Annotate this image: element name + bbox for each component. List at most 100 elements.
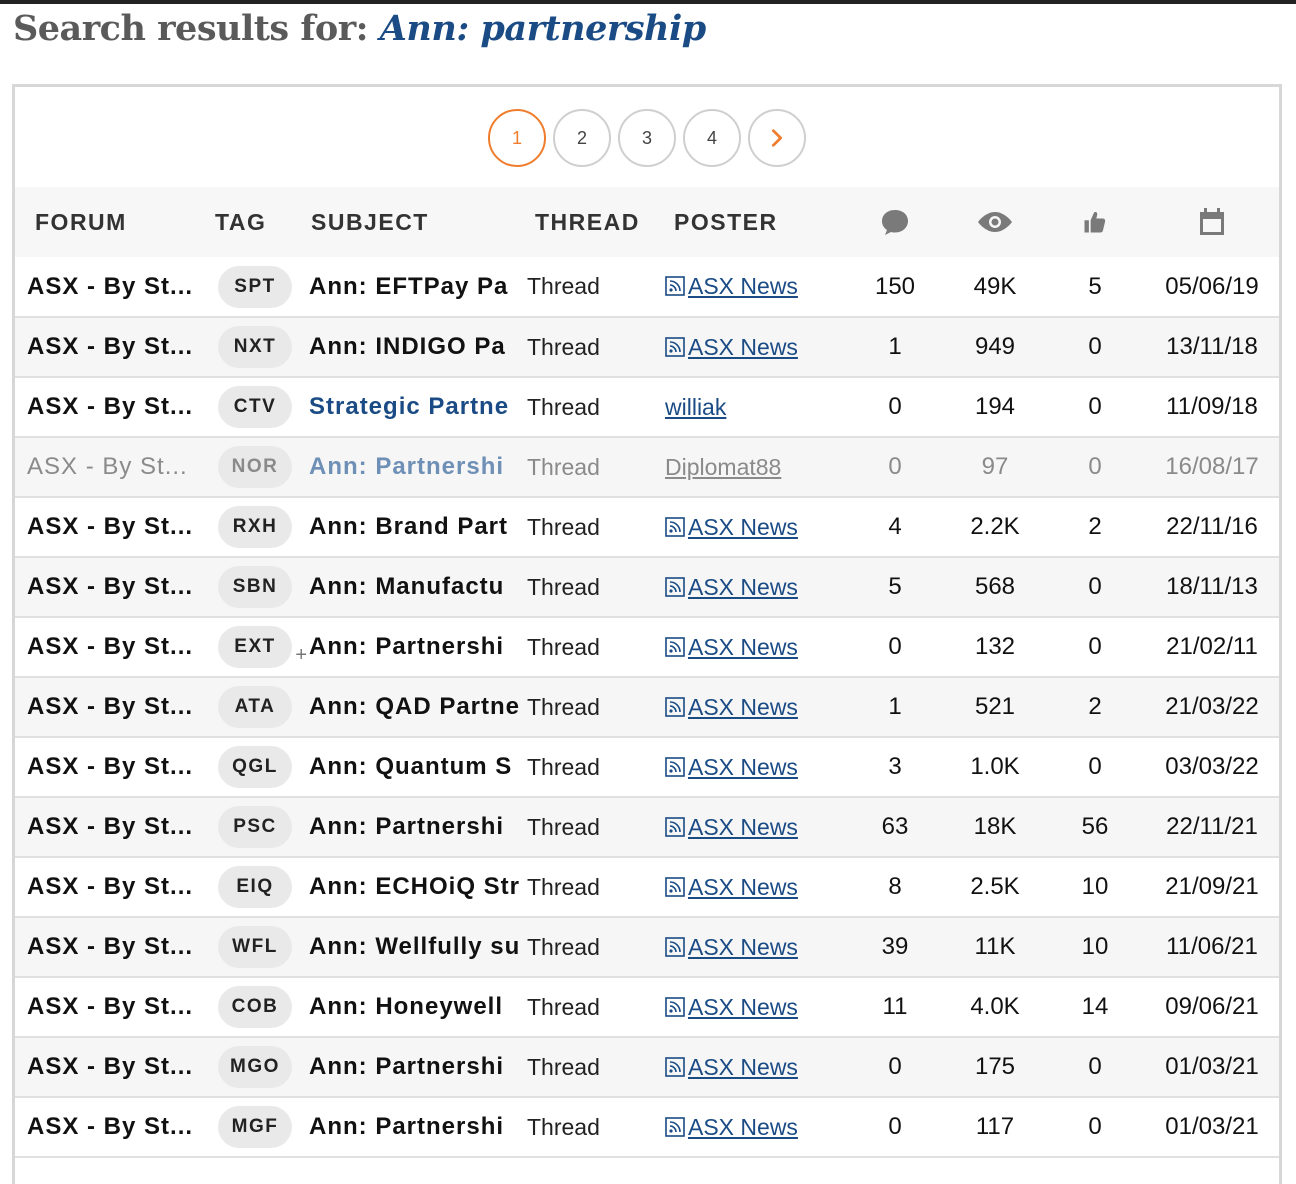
stock-tag[interactable]: SPT — [218, 265, 292, 308]
stock-tag[interactable]: EIQ — [218, 866, 292, 908]
thread-link[interactable]: Thread — [525, 497, 665, 557]
forum-cell[interactable]: ASX - By St... — [15, 1097, 205, 1157]
stock-tag[interactable]: NOR — [218, 446, 292, 488]
stock-tag[interactable]: COB — [218, 986, 292, 1028]
subject-link[interactable]: Ann: QAD Partne — [305, 677, 525, 737]
column-header-thread[interactable]: THREAD — [525, 187, 665, 257]
column-header-forum[interactable]: FORUM — [15, 187, 205, 257]
forum-cell[interactable]: ASX - By St... — [15, 857, 205, 917]
stock-tag[interactable]: NXT — [218, 326, 292, 368]
table-row[interactable]: ASX - By St... NOR Ann: Partnershi Thread Di… — [15, 437, 1279, 497]
subject-link[interactable]: Ann: Partnershi — [305, 617, 525, 677]
poster-link[interactable]: ASX News — [688, 1054, 798, 1080]
poster-link[interactable]: ASX News — [688, 754, 798, 780]
stock-tag[interactable]: ATA — [218, 686, 292, 728]
subject-link[interactable]: Ann: Partnershi — [305, 1037, 525, 1097]
column-header-subject[interactable]: SUBJECT — [305, 187, 525, 257]
table-row[interactable]: ASX - By St... CTV Strategic Partne Thread w… — [15, 377, 1279, 437]
add-icon[interactable]: + — [295, 644, 307, 667]
thread-link[interactable]: Thread — [525, 617, 665, 677]
page-button-4[interactable]: 4 — [683, 109, 741, 167]
column-header-views[interactable] — [945, 187, 1045, 257]
forum-cell[interactable]: ASX - By St... — [15, 317, 205, 377]
poster-link[interactable]: Diplomat88 — [665, 454, 781, 480]
thread-link[interactable]: Thread — [525, 257, 665, 317]
thread-link[interactable]: Thread — [525, 797, 665, 857]
thread-link[interactable]: Thread — [525, 1037, 665, 1097]
page-button-3[interactable]: 3 — [618, 109, 676, 167]
subject-link[interactable]: Ann: Partnershi — [305, 797, 525, 857]
page-button-2[interactable]: 2 — [553, 109, 611, 167]
forum-cell[interactable]: ASX - By St... — [15, 797, 205, 857]
forum-cell[interactable]: ASX - By St... — [15, 437, 205, 497]
thread-link[interactable]: Thread — [525, 737, 665, 797]
table-row[interactable]: ASX - By St... SBN Ann: Manufactu Thread ASX… — [15, 557, 1279, 617]
thread-link[interactable]: Thread — [525, 437, 665, 497]
column-header-tag[interactable]: TAG — [205, 187, 305, 257]
forum-cell[interactable]: ASX - By St... — [15, 977, 205, 1037]
thread-link[interactable]: Thread — [525, 977, 665, 1037]
forum-cell[interactable]: ASX - By St... — [15, 917, 205, 977]
table-row[interactable]: ASX - By St... EXT + Ann: Partnershi Thread A… — [15, 617, 1279, 677]
thread-link[interactable]: Thread — [525, 857, 665, 917]
forum-cell[interactable]: ASX - By St... — [15, 677, 205, 737]
next-page-button[interactable] — [748, 109, 806, 167]
forum-cell[interactable]: ASX - By St... — [15, 257, 205, 317]
subject-link[interactable]: Ann: Honeywell — [305, 977, 525, 1037]
subject-link[interactable]: Ann: Wellfully su — [305, 917, 525, 977]
poster-link[interactable]: ASX News — [688, 874, 798, 900]
stock-tag[interactable]: EXT — [218, 626, 292, 668]
thread-link[interactable]: Thread — [525, 377, 665, 437]
subject-link[interactable]: Ann: Partnershi — [305, 437, 525, 497]
subject-link[interactable]: Ann: INDIGO Pa — [305, 317, 525, 377]
poster-link[interactable]: williak — [665, 394, 726, 420]
stock-tag[interactable]: RXH — [218, 506, 292, 548]
forum-cell[interactable]: ASX - By St... — [15, 557, 205, 617]
table-row[interactable]: ASX - By St... QGL Ann: Quantum S Thread ASX… — [15, 737, 1279, 797]
forum-cell[interactable]: ASX - By St... — [15, 737, 205, 797]
forum-cell[interactable]: ASX - By St... — [15, 377, 205, 437]
poster-link[interactable]: ASX News — [688, 514, 798, 540]
forum-cell[interactable]: ASX - By St... — [15, 497, 205, 557]
page-button-1[interactable]: 1 — [488, 109, 546, 167]
table-row[interactable]: ASX - By St... COB Ann: Honeywell Thread ASX… — [15, 977, 1279, 1037]
forum-cell[interactable]: ASX - By St... — [15, 1037, 205, 1097]
table-row[interactable]: ASX - By St... RXH Ann: Brand Part Thread AS… — [15, 497, 1279, 557]
stock-tag[interactable]: PSC — [218, 806, 292, 848]
poster-link[interactable]: ASX News — [688, 814, 798, 840]
poster-link[interactable]: ASX News — [688, 1114, 798, 1140]
poster-link[interactable]: ASX News — [688, 273, 798, 299]
poster-link[interactable]: ASX News — [688, 694, 798, 720]
subject-link[interactable]: Ann: Partnershi — [305, 1097, 525, 1157]
poster-link[interactable]: ASX News — [688, 994, 798, 1020]
stock-tag[interactable]: CTV — [218, 386, 292, 428]
table-row[interactable]: ASX - By St... MGO Ann: Partnershi Thread AS… — [15, 1037, 1279, 1097]
subject-link[interactable]: Ann: EFTPay Pa — [305, 257, 525, 317]
column-header-date[interactable] — [1145, 187, 1279, 257]
stock-tag[interactable]: MGF — [218, 1106, 292, 1148]
table-row[interactable]: ASX - By St... SPT Ann: EFTPay Pa Thread ASX… — [15, 257, 1279, 317]
thread-link[interactable]: Thread — [525, 1097, 665, 1157]
column-header-replies[interactable] — [845, 187, 945, 257]
table-row[interactable]: ASX - By St... NXT Ann: INDIGO Pa Thread ASX… — [15, 317, 1279, 377]
table-row[interactable]: ASX - By St... ATA Ann: QAD Partne Thread AS… — [15, 677, 1279, 737]
stock-tag[interactable]: QGL — [218, 746, 292, 788]
table-row[interactable]: ASX - By St... WFL Ann: Wellfully su Thread… — [15, 917, 1279, 977]
thread-link[interactable]: Thread — [525, 557, 665, 617]
poster-link[interactable]: ASX News — [688, 934, 798, 960]
subject-link[interactable]: Ann: ECHOiQ Str — [305, 857, 525, 917]
stock-tag[interactable]: WFL — [218, 926, 292, 968]
subject-link[interactable]: Ann: Quantum S — [305, 737, 525, 797]
table-row[interactable]: ASX - By St... MGF Ann: Partnershi Thread AS… — [15, 1097, 1279, 1157]
column-header-likes[interactable] — [1045, 187, 1145, 257]
stock-tag[interactable]: MGO — [218, 1046, 292, 1088]
thread-link[interactable]: Thread — [525, 917, 665, 977]
thread-link[interactable]: Thread — [525, 677, 665, 737]
subject-link[interactable]: Ann: Brand Part — [305, 497, 525, 557]
subject-link[interactable]: Strategic Partne — [305, 377, 525, 437]
poster-link[interactable]: ASX News — [688, 574, 798, 600]
column-header-poster[interactable]: POSTER — [665, 187, 845, 257]
poster-link[interactable]: ASX News — [688, 334, 798, 360]
poster-link[interactable]: ASX News — [688, 634, 798, 660]
table-row[interactable]: ASX - By St... PSC Ann: Partnershi Thread AS… — [15, 797, 1279, 857]
